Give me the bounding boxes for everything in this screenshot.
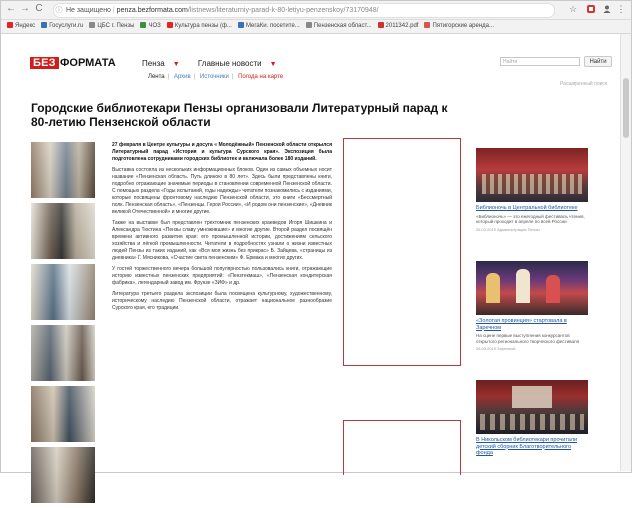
bookmark-item[interactable]: Яндекс bbox=[7, 20, 35, 33]
bookmark-favicon-icon bbox=[377, 22, 384, 28]
browser-toolbar: ← → C ⓘ Не защищено | penza.bezformata.c… bbox=[1, 1, 631, 20]
sidebar-news-image[interactable] bbox=[476, 148, 588, 202]
url-path: /listnews/literaturniy-parad-k-80-letiyu… bbox=[187, 7, 379, 14]
back-icon[interactable]: ← bbox=[5, 3, 17, 15]
bookmark-item[interactable]: Пензенская област... bbox=[305, 20, 372, 33]
photo-column bbox=[31, 142, 95, 508]
sub-nav: Лента | Архив | Источники | Погода на карте bbox=[148, 74, 284, 80]
subnav-archive[interactable]: Архив bbox=[174, 74, 191, 80]
bookmark-label: ЦБС г. Пензы bbox=[97, 23, 135, 29]
bookmark-favicon-icon bbox=[140, 22, 147, 28]
article-lead: 27 февраля в Центре культуры и досуга « … bbox=[112, 142, 332, 162]
bookmarks-bar: Яндекс Госуслуги.ru ЦБС г. Пензы ЧОЗ Культур… bbox=[1, 20, 631, 34]
sidebar-news-item[interactable]: Библионочь в Центральной библиотеке «Биб… bbox=[476, 148, 588, 232]
bookmark-label: МегаКи. посетите... bbox=[245, 23, 300, 29]
sidebar-news-date: 26.03.2019 Администрация Пензы bbox=[476, 226, 540, 232]
bookmark-item[interactable]: МегаКи. посетите... bbox=[237, 20, 300, 33]
bookmark-label: Культура пензы (ф... bbox=[174, 23, 232, 29]
sidebar-news-image[interactable] bbox=[476, 261, 588, 315]
bookmark-item[interactable]: Госуслуги.ru bbox=[41, 20, 83, 33]
star-icon[interactable]: ☆ bbox=[567, 4, 579, 15]
chevron-down-icon: ▼ bbox=[172, 61, 180, 68]
ad-banner[interactable] bbox=[343, 420, 461, 475]
article-body: 27 февраля в Центре культуры и досуга « … bbox=[112, 142, 332, 316]
reload-icon[interactable]: C bbox=[33, 3, 45, 15]
url-host: penza.bezformata.com bbox=[116, 7, 188, 14]
bookmark-item[interactable]: Пятигорские аренда... bbox=[424, 20, 494, 33]
article-photo[interactable] bbox=[31, 447, 95, 503]
bookmark-label: Пензенская област... bbox=[313, 23, 372, 29]
bookmark-item[interactable]: ЧОЗ bbox=[140, 20, 161, 33]
bookmark-label: Яндекс bbox=[15, 23, 36, 29]
search-button[interactable]: Найти bbox=[584, 56, 612, 67]
article-photo[interactable] bbox=[31, 386, 95, 442]
chevron-down-icon: ▼ bbox=[269, 61, 277, 68]
sidebar-news-title[interactable]: В Никольском библиотекари прочитали детс… bbox=[476, 437, 588, 457]
article-title: Городские библиотекари Пензы организовал… bbox=[31, 101, 448, 129]
bookmark-label: 2011342.pdf bbox=[385, 23, 419, 29]
bookmark-label: Госуслуги.ru bbox=[49, 23, 84, 29]
menu-icon[interactable]: ⋮ bbox=[615, 4, 627, 15]
forward-icon[interactable]: → bbox=[19, 3, 31, 15]
advanced-search-link[interactable]: Расширенный поиск bbox=[560, 81, 607, 87]
article-photo[interactable] bbox=[31, 203, 95, 259]
bookmark-favicon-icon bbox=[305, 22, 312, 28]
bookmark-favicon-icon bbox=[166, 22, 173, 28]
article-paragraph: Также на выставке был представлен трехто… bbox=[112, 220, 332, 261]
page-scrollbar[interactable] bbox=[620, 34, 631, 471]
profile-icon[interactable] bbox=[601, 4, 613, 17]
article-photo[interactable] bbox=[31, 325, 95, 381]
nav-main-news[interactable]: Главные новости ▼ bbox=[198, 59, 285, 68]
article-paragraph: Выставка состояла из нескольких информац… bbox=[112, 167, 332, 215]
subnav-sources[interactable]: Источники bbox=[200, 74, 229, 80]
bookmark-item[interactable]: ЦБС г. Пензы bbox=[89, 20, 134, 33]
security-label: Не защищено bbox=[65, 7, 111, 14]
subnav-weather[interactable]: Погода на карте bbox=[238, 74, 283, 80]
sidebar-news-title[interactable]: Библионочь в Центральной библиотеке bbox=[476, 205, 588, 212]
sidebar-news-image[interactable] bbox=[476, 380, 588, 434]
ad-banner[interactable] bbox=[343, 138, 461, 366]
article-paragraph: Литература третьего раздела экспозиции б… bbox=[112, 291, 332, 311]
article-photo[interactable] bbox=[31, 142, 95, 198]
bookmark-favicon-icon bbox=[7, 22, 13, 28]
main-nav: Пенза ▼ Главные новости ▼ bbox=[142, 59, 293, 70]
subnav-feed[interactable]: Лента bbox=[148, 74, 165, 80]
logo-text: ФОРМАТА bbox=[60, 57, 116, 69]
bookmark-favicon-icon bbox=[424, 22, 431, 28]
sidebar-news-desc: На сцене первые выступления конкурсантов… bbox=[476, 333, 580, 344]
sidebar-news-item[interactable]: «Золотая провинция» стартовала в Заречно… bbox=[476, 261, 588, 351]
sidebar-news-date: 26.03.2019 Заречный bbox=[476, 346, 516, 351]
article-paragraph: У гостей торжественного вечера большой п… bbox=[112, 266, 332, 286]
bookmark-label: Пятигорские аренда... bbox=[432, 23, 494, 29]
bookmark-favicon-icon bbox=[237, 22, 244, 28]
info-icon[interactable]: ⓘ bbox=[54, 4, 64, 17]
extension-icon[interactable] bbox=[585, 4, 597, 17]
scrollbar-thumb[interactable] bbox=[623, 78, 629, 138]
bookmark-favicon-icon bbox=[41, 22, 48, 28]
address-bar[interactable]: ⓘ Не защищено | penza.bezformata.com/lis… bbox=[53, 3, 555, 18]
search-input[interactable]: Найти bbox=[500, 57, 580, 66]
bookmark-item[interactable]: 2011342.pdf bbox=[377, 20, 419, 33]
logo-mark: БЕЗ bbox=[30, 57, 59, 69]
article-photo[interactable] bbox=[31, 264, 95, 320]
sidebar-news-title[interactable]: «Золотая провинция» стартовала в Заречно… bbox=[476, 318, 588, 331]
bookmark-item[interactable]: Культура пензы (ф... bbox=[166, 20, 232, 33]
bookmark-favicon-icon bbox=[89, 22, 96, 28]
nav-region[interactable]: Пенза ▼ bbox=[142, 59, 188, 68]
sidebar-news-item[interactable]: В Никольском библиотекари прочитали детс… bbox=[476, 380, 588, 457]
bookmark-label: ЧОЗ bbox=[148, 23, 161, 29]
sidebar-news-desc: «Библионочь» — это ежегодный фестиваль ч… bbox=[476, 213, 585, 225]
